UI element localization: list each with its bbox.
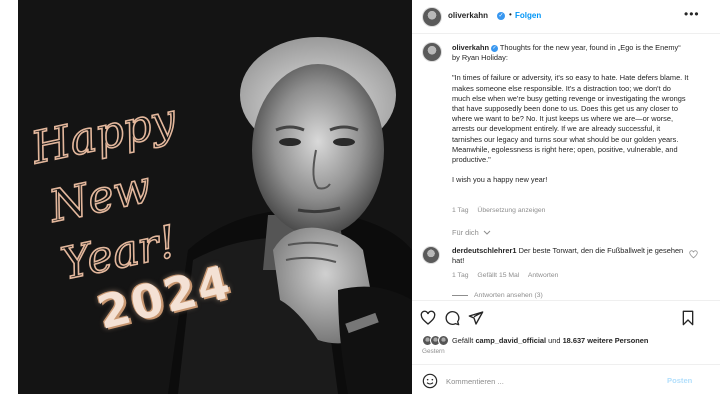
chevron-down-icon (483, 230, 491, 235)
comment-composer: Posten (412, 364, 720, 396)
caption-quote: "In times of failure or adversity, it's … (452, 73, 689, 165)
for-you-section[interactable]: Für dich (452, 228, 491, 237)
commenter-avatar[interactable] (422, 246, 440, 264)
caption-age: 1 Tag (452, 207, 469, 214)
comment-meta: 1 Tag Gefällt 15 Mal Antworten (452, 272, 565, 279)
post-header: oliverkahn ✓ • Folgen ••• (412, 0, 720, 34)
year-badge: 2024 (92, 254, 266, 356)
post-side-panel: oliverkahn ✓ • Folgen ••• oliverkahn ✓ Th… (412, 0, 720, 404)
commenter-username[interactable]: derdeutschlehrer1 (452, 246, 517, 255)
reply-button[interactable]: Antworten (528, 272, 559, 279)
caption-closing: I wish you a happy new year! (452, 175, 548, 185)
bookmark-icon[interactable] (680, 310, 696, 326)
comment: derdeutschlehrer1 Der beste Torwart, den… (452, 246, 688, 266)
view-replies-label: Antworten ansehen (3) (474, 292, 543, 299)
verified-badge-icon: ✓ (497, 12, 505, 20)
separator-dot: • (509, 10, 512, 19)
for-you-label: Für dich (452, 228, 479, 237)
liked-by-user[interactable]: camp_david_official (475, 336, 546, 345)
greeting-line-1: Happy (26, 94, 181, 175)
caption-avatar[interactable] (422, 42, 442, 62)
ellipsis-icon[interactable]: ••• (684, 7, 700, 21)
comment-icon[interactable] (444, 310, 460, 326)
likes-others[interactable]: 18.637 weitere Personen (563, 336, 649, 345)
likes-summary[interactable]: Gefällt camp_david_official und 18.637 w… (452, 336, 648, 345)
caption-username[interactable]: oliverkahn (452, 43, 489, 52)
comment-input[interactable] (446, 374, 656, 388)
emoji-icon[interactable] (422, 373, 438, 389)
post-caption: oliverkahn ✓ Thoughts for the new year, f… (452, 43, 690, 185)
post-photo[interactable]: Happy New Year! 2024 (18, 0, 412, 394)
share-icon[interactable] (468, 310, 484, 326)
comment-age: 1 Tag (452, 272, 469, 279)
likes-connector: und (548, 336, 561, 345)
liker-avatar[interactable] (438, 335, 449, 346)
comment-likes[interactable]: Gefällt 15 Mal (477, 272, 519, 279)
follow-button[interactable]: Folgen (515, 11, 541, 20)
translate-link[interactable]: Übersetzung anzeigen (477, 207, 545, 214)
action-bar (412, 300, 720, 334)
likes-prefix: Gefällt (452, 336, 474, 345)
author-avatar[interactable] (422, 7, 442, 27)
caption-meta: 1 Tag Übersetzung anzeigen (452, 207, 552, 214)
heart-icon[interactable] (420, 310, 436, 326)
replies-line (452, 294, 468, 296)
comment-like-heart-icon[interactable] (689, 250, 698, 259)
post-button[interactable]: Posten (667, 376, 692, 385)
author-username[interactable]: oliverkahn (448, 11, 488, 20)
post-date: Gestern (422, 348, 445, 355)
view-replies[interactable]: Antworten ansehen (3) (452, 292, 543, 299)
caption-verified-icon: ✓ (490, 45, 498, 52)
